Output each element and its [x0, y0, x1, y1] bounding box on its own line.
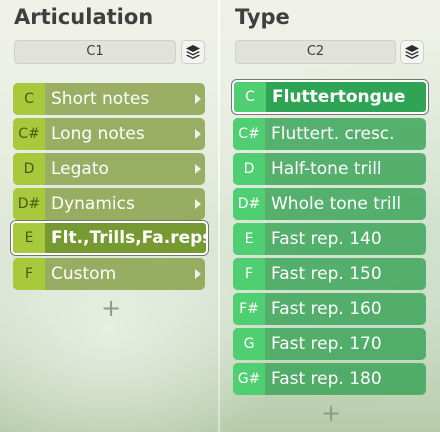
articulation-item-dynamics[interactable]: D# Dynamics — [13, 188, 205, 220]
type-key-field[interactable]: C2 — [235, 40, 396, 64]
note-label: C# — [13, 118, 45, 150]
item-label: Fast rep. 160 — [271, 299, 382, 319]
layers-icon — [405, 45, 419, 59]
item-label: Legato — [51, 159, 109, 179]
item-label: Fast rep. 170 — [271, 334, 382, 354]
item-label: Fluttertongue — [272, 87, 406, 107]
articulation-key-field[interactable]: C1 — [14, 40, 176, 64]
type-item-fast-rep-160[interactable]: F# Fast rep. 160 — [233, 293, 426, 325]
chevron-right-icon — [195, 199, 201, 209]
note-label: D — [233, 153, 265, 185]
type-title: Type — [235, 5, 290, 29]
item-label: Long notes — [51, 124, 145, 144]
add-articulation-button[interactable]: + — [101, 296, 121, 320]
item-label: Flt.,Trills,Fa.reps — [51, 228, 208, 248]
item-label: Dynamics — [51, 194, 135, 214]
add-type-button[interactable]: + — [321, 401, 341, 425]
articulation-item-long-notes[interactable]: C# Long notes — [13, 118, 205, 150]
note-label: G — [233, 328, 265, 360]
type-item-fast-rep-170[interactable]: G Fast rep. 170 — [233, 328, 426, 360]
note-label: F — [13, 258, 45, 290]
chevron-right-icon — [195, 94, 201, 104]
item-label: Fast rep. 180 — [271, 369, 382, 389]
type-item-half-tone-trill[interactable]: D Half-tone trill — [233, 153, 426, 185]
item-label: Whole tone trill — [271, 194, 402, 214]
articulation-layers-button[interactable] — [181, 40, 205, 64]
chevron-right-icon — [195, 269, 201, 279]
type-layers-button[interactable] — [400, 40, 424, 64]
note-label: D# — [233, 188, 265, 220]
note-label: D# — [13, 188, 45, 220]
type-item-fast-rep-180[interactable]: G# Fast rep. 180 — [233, 363, 426, 395]
type-item-fast-rep-140[interactable]: E Fast rep. 140 — [233, 223, 426, 255]
type-item-fluttertongue[interactable]: C Fluttertongue — [232, 80, 428, 114]
note-label: F# — [233, 293, 265, 325]
articulation-item-short-notes[interactable]: C Short notes — [13, 83, 205, 115]
item-label: Fluttert. cresc. — [271, 124, 395, 144]
item-label: Custom — [51, 264, 117, 284]
layers-icon — [186, 45, 200, 59]
chevron-right-icon — [195, 129, 201, 139]
note-label: F — [233, 258, 265, 290]
articulation-title: Articulation — [14, 5, 154, 29]
item-label: Fast rep. 140 — [271, 229, 382, 249]
type-item-fast-rep-150[interactable]: F Fast rep. 150 — [233, 258, 426, 290]
articulation-item-flt-trills-fa-reps[interactable]: E Flt.,Trills,Fa.reps — [11, 221, 208, 255]
chevron-right-icon — [195, 164, 201, 174]
note-label: C — [13, 83, 45, 115]
note-label: C# — [233, 118, 265, 150]
articulation-item-custom[interactable]: F Custom — [13, 258, 205, 290]
item-label: Half-tone trill — [271, 159, 382, 179]
note-label: E — [233, 223, 265, 255]
note-label: E — [13, 223, 45, 253]
note-label: C — [234, 82, 266, 112]
item-label: Short notes — [51, 89, 150, 109]
note-label: D — [13, 153, 45, 185]
type-item-fluttert-cresc[interactable]: C# Fluttert. cresc. — [233, 118, 426, 150]
articulation-item-legato[interactable]: D Legato — [13, 153, 205, 185]
item-label: Fast rep. 150 — [271, 264, 382, 284]
type-item-whole-tone-trill[interactable]: D# Whole tone trill — [233, 188, 426, 220]
note-label: G# — [233, 363, 265, 395]
